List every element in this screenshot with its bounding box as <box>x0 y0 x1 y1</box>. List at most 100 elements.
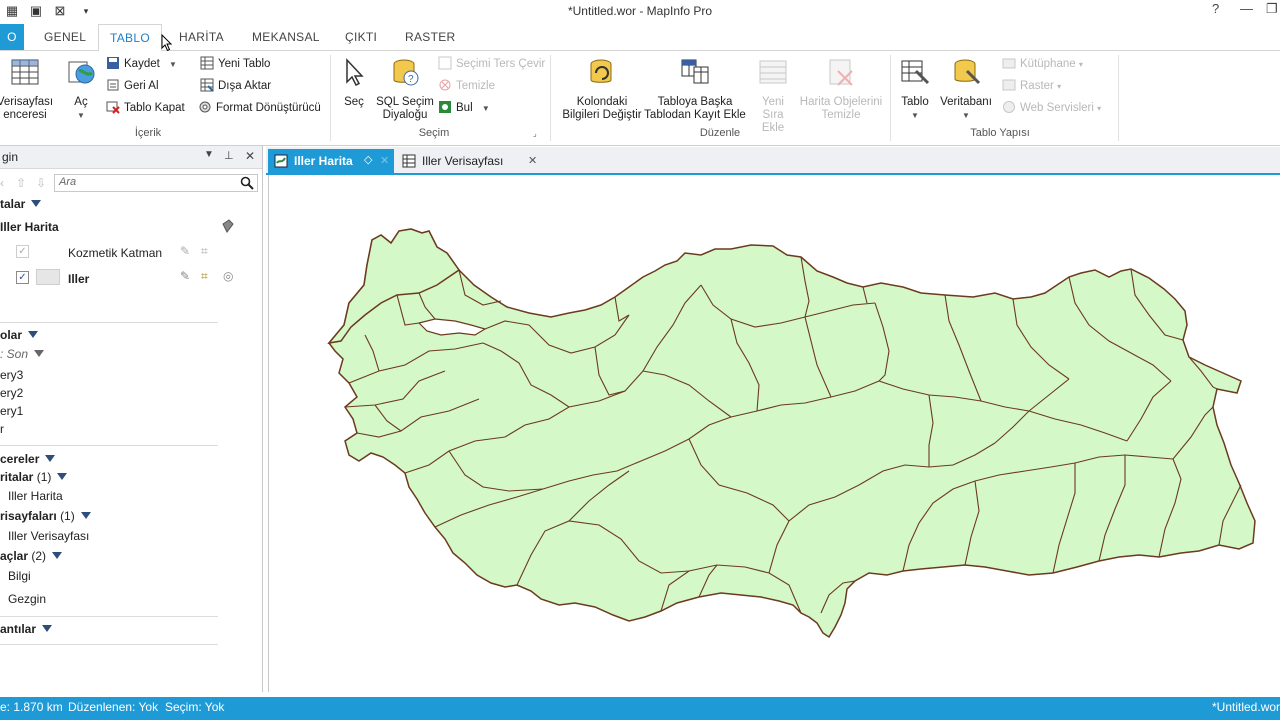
export-button[interactable]: Dışa Aktar <box>200 78 271 92</box>
clear-map-objects-button[interactable]: Harita Objelerini Temizle <box>796 57 886 122</box>
chevron-down-icon[interactable] <box>57 473 68 480</box>
chevron-down-icon[interactable] <box>45 455 56 462</box>
format-converter-button[interactable]: Format Dönüştürücü <box>198 100 321 114</box>
tab-browser-window[interactable]: Iller Verisayfası ✕ <box>396 149 546 173</box>
chevron-down-icon[interactable] <box>28 331 39 338</box>
query-sort[interactable]: : Son <box>0 347 45 361</box>
queries-section-header[interactable]: olar <box>0 328 39 342</box>
chevron-down-icon[interactable] <box>80 512 91 519</box>
tab-genel[interactable]: GENEL <box>44 24 86 50</box>
pin-diamond-icon[interactable]: ◇ <box>364 153 372 166</box>
close-tab-icon[interactable]: ✕ <box>528 154 537 167</box>
legends-section-header[interactable]: antılar <box>0 622 53 636</box>
windows-section-header[interactable]: cereler <box>0 452 56 466</box>
layer-name-iller[interactable]: Iller <box>68 272 89 286</box>
table-maintenance-button[interactable]: Tablo ▼ <box>896 57 934 122</box>
maps-group-label: ritalar <box>0 470 34 484</box>
back-icon[interactable]: ‹ <box>0 176 4 190</box>
library-button[interactable]: Kütüphane ▾ <box>1002 56 1083 70</box>
query-item[interactable]: ery3 <box>0 368 23 382</box>
search-box[interactable]: Ara <box>54 174 258 192</box>
country-outline[interactable] <box>328 228 1256 639</box>
dialog-launcher-icon[interactable]: ⌟ <box>533 129 537 138</box>
move-down-icon[interactable]: ⇩ <box>36 176 46 190</box>
new-row-label-1: Yeni <box>762 96 784 108</box>
status-zoom[interactable]: e: 1.870 km <box>0 700 63 714</box>
clear-map-objects-label-2: Temizle <box>821 109 861 121</box>
province-polygons[interactable] <box>327 228 1256 639</box>
window-item-tool[interactable]: Bilgi <box>8 569 31 583</box>
find-button[interactable]: Bul ▼ <box>438 100 490 114</box>
group-separator <box>1118 55 1119 141</box>
status-editable-layer[interactable]: Düzenlenen: Yok <box>68 700 158 714</box>
layer-style-swatch[interactable] <box>36 269 60 285</box>
browser-window-button[interactable]: Verisayfası enceresi <box>0 57 64 122</box>
window-item-map[interactable]: Iller Harita <box>8 489 63 503</box>
search-icon[interactable] <box>240 176 254 190</box>
web-services-button[interactable]: Web Servisleri ▾ <box>1002 100 1101 114</box>
library-icon <box>1002 58 1016 69</box>
layer-checkbox-iller[interactable]: ✓ <box>16 271 29 284</box>
tab-raster[interactable]: RASTER <box>405 24 455 50</box>
window-item-browser[interactable]: Iller Verisayfası <box>8 529 89 543</box>
database-button[interactable]: Veritabanı ▼ <box>936 57 996 122</box>
layer-checkbox-kozmetik[interactable]: ✓ <box>16 245 29 258</box>
chevron-down-icon[interactable] <box>42 625 53 632</box>
status-workspace: *Untitled.wor <box>1212 700 1280 714</box>
maps-group-header[interactable]: ritalar (1) <box>0 470 68 484</box>
tab-cikti[interactable]: ÇIKTI <box>345 24 377 50</box>
chevron-down-icon[interactable] <box>52 552 63 559</box>
undo-button[interactable]: Geri Al <box>106 78 159 92</box>
select-layer-icon[interactable]: ⌗ <box>201 269 208 284</box>
minimize-button[interactable]: — <box>1240 1 1253 16</box>
tab-tablo[interactable]: TABLO <box>98 24 162 52</box>
update-column-button[interactable]: Kolondaki Bilgileri Değiştir <box>560 57 644 122</box>
map-window[interactable] <box>268 175 1280 692</box>
tools-group-header[interactable]: açlar (2) <box>0 549 63 563</box>
layer-name-kozmetik[interactable]: Kozmetik Katman <box>68 246 162 260</box>
raster-button[interactable]: Raster ▾ <box>1002 78 1061 92</box>
tab-map-window[interactable]: Iller Harita ◇ ✕ <box>268 149 394 173</box>
tab-file[interactable]: O <box>0 24 24 50</box>
pin-icon[interactable]: ⊥ <box>224 149 234 162</box>
save-button[interactable]: Kaydet ▼ <box>106 56 177 70</box>
chevron-down-icon[interactable] <box>31 200 42 207</box>
close-tab-icon[interactable]: ✕ <box>380 154 389 167</box>
tab-harita[interactable]: HARİTA <box>179 24 224 50</box>
clear-selection-button[interactable]: Temizle <box>438 78 495 92</box>
query-item[interactable]: ery2 <box>0 386 23 400</box>
restore-button[interactable]: ❐ <box>1266 1 1278 17</box>
browsers-group-count: (1) <box>60 509 75 523</box>
browser-label-2: enceresi <box>3 109 47 121</box>
open-button[interactable]: Aç ▼ <box>64 57 98 122</box>
maps-section-header[interactable]: talar <box>0 197 42 211</box>
close-table-button[interactable]: Tablo Kapat <box>106 100 185 114</box>
move-up-icon[interactable]: ⇧ <box>16 176 26 190</box>
turkey-provinces-map[interactable] <box>269 175 1280 692</box>
query-item[interactable]: r <box>0 422 4 436</box>
edit-pencil-icon[interactable]: ✎ <box>180 244 190 258</box>
query-item[interactable]: ery1 <box>0 404 23 418</box>
explorer-panel: gin ▼ ⊥ ✕ ‹ ⇧ ⇩ Ara talar Iller Harita ✓… <box>0 146 263 692</box>
close-icon[interactable]: ✕ <box>245 149 255 163</box>
layer-settings-icon[interactable] <box>221 219 235 233</box>
select-layer-icon[interactable]: ⌗ <box>201 244 208 259</box>
chevron-down-icon[interactable] <box>34 350 45 357</box>
status-selection[interactable]: Seçim: Yok <box>165 700 224 714</box>
edit-pencil-icon[interactable]: ✎ <box>180 269 190 283</box>
open-label: Aç <box>74 96 88 108</box>
tab-mekansal[interactable]: MEKANSAL <box>252 24 320 50</box>
panel-options-icon[interactable]: ▼ <box>204 149 214 160</box>
help-button[interactable]: ? <box>1212 1 1219 16</box>
label-layer-icon[interactable]: ◎ <box>223 269 233 283</box>
new-table-button[interactable]: Yeni Tablo <box>200 56 270 70</box>
invert-selection-icon <box>438 56 452 70</box>
select-button[interactable]: Seç <box>336 57 372 109</box>
new-row-button[interactable]: Yeni Sıra Ekle <box>750 57 796 135</box>
append-rows-button[interactable]: Tabloya Başka Tablodan Kayıt Ekle <box>642 57 748 122</box>
invert-selection-button[interactable]: Seçimi Ters Çevir <box>438 56 545 70</box>
map-name[interactable]: Iller Harita <box>0 220 59 234</box>
browsers-group-header[interactable]: risayfaları (1) <box>0 509 91 523</box>
sql-select-button[interactable]: ? SQL Seçim Diyaloğu <box>374 57 436 122</box>
window-item-tool[interactable]: Gezgin <box>8 592 46 606</box>
